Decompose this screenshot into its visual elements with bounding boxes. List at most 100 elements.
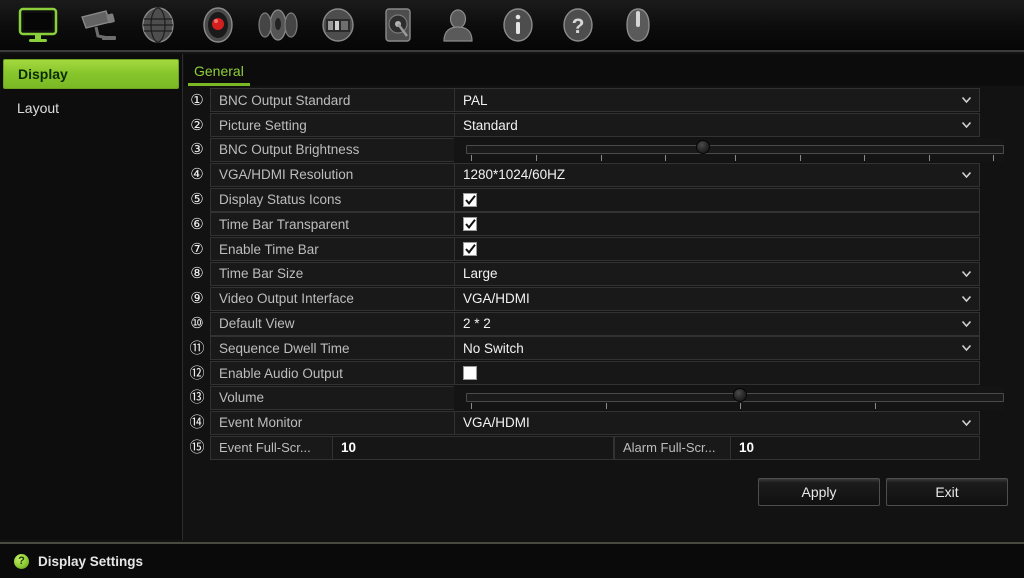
video-output-interface-select[interactable]: VGA/HDMI [454,286,980,311]
time-bar-transparent-checkbox[interactable] [463,217,477,232]
setting-row-vga-hdmi-resolution: ④ VGA/HDMI Resolution 1280*1024/60HZ [184,162,980,187]
nvr-display-settings-window: ? Display Layout General ① BNC Output St… [0,0,1024,578]
event-full-screen-input[interactable]: 10 [332,435,614,460]
alarm-full-screen-input[interactable]: 10 [730,435,980,460]
row-label: Enable Audio Output [210,361,454,386]
status-bar: ? Display Settings [0,542,1024,578]
row-label: Volume [210,385,454,410]
enable-audio-output-checkbox[interactable] [463,366,477,381]
row-number-badge: ⑨ [190,289,204,308]
tab-bar: General [184,54,1024,86]
toolbar-item-info[interactable] [488,2,548,48]
row-label: Picture Setting [210,113,454,138]
select-value: 2 * 2 [463,316,491,332]
enable-time-bar-checkbox[interactable] [463,242,477,257]
row-label: Sequence Dwell Time [210,336,454,361]
svg-text:?: ? [572,15,585,38]
help-question-icon[interactable]: ? [14,553,29,569]
row-number-badge: ⑤ [190,190,204,209]
row-number-badge: ⑩ [190,314,204,333]
row-label: BNC Output Brightness [210,137,454,162]
event-monitor-select[interactable]: VGA/HDMI [454,410,980,435]
chevron-down-icon [962,320,971,327]
chevron-down-icon [962,345,971,352]
info-icon [498,5,538,45]
select-value: Standard [463,117,518,133]
toolbar-item-display[interactable] [8,2,68,48]
tab-general[interactable]: General [188,61,250,86]
row-label: BNC Output Standard [210,88,454,113]
setting-row-time-bar-size: ⑧ Time Bar Size Large [184,261,980,287]
record-icon [197,5,239,45]
chevron-down-icon [962,295,971,302]
sidebar-item-layout[interactable]: Layout [3,93,179,123]
toolbar-item-shutdown[interactable] [608,2,668,48]
settings-table: ① BNC Output Standard PAL ② Picture Sett… [184,86,1024,460]
row-label: Display Status Icons [210,187,454,212]
row-label: VGA/HDMI Resolution [210,162,454,187]
setting-row-display-status-icons: ⑤ Display Status Icons [184,187,980,212]
toolbar-item-alarm[interactable] [248,2,308,48]
row-number-badge: ① [190,90,204,109]
row-label: Time Bar Size [210,261,454,286]
display-status-icons-checkbox[interactable] [463,192,477,207]
setting-row-picture-setting: ② Picture Setting Standard [184,113,980,138]
row-number-badge: ⑧ [190,264,204,283]
row-number-badge: ⑮ [189,438,205,457]
enable-audio-output-cell [454,361,980,386]
toolbar-item-help[interactable]: ? [548,2,608,48]
row-label: Video Output Interface [210,286,454,311]
exit-button[interactable]: Exit [886,478,1008,506]
sidebar-item-label: Layout [17,100,60,116]
row-number-badge: ⑪ [189,338,205,357]
select-value: VGA/HDMI [463,415,530,431]
user-icon [438,5,478,45]
sequence-dwell-time-select[interactable]: No Switch [454,336,980,361]
sidebar-item-label: Display [18,66,68,82]
setting-row-enable-audio-output: ⑫ Enable Audio Output [184,361,980,386]
chevron-down-icon [962,97,971,104]
setting-row-bnc-output-brightness: ③ BNC Output Brightness [184,137,1004,163]
apply-button[interactable]: Apply [758,478,880,506]
bnc-output-brightness-slider[interactable] [466,138,1004,162]
toolbar-item-network[interactable] [128,2,188,48]
toolbar-item-camera[interactable] [68,2,128,48]
event-full-screen-label: Event Full-Scr... [210,435,332,460]
select-value: VGA/HDMI [463,291,530,307]
row-number-badge: ⑥ [190,214,204,233]
row-number-badge: ⑫ [189,363,205,382]
volume-slider[interactable] [466,386,1004,410]
picture-setting-select[interactable]: Standard [454,113,980,138]
setting-row-full-screen-dwell: ⑮ Event Full-Scr... 10 Alarm Full-Scr...… [184,435,980,460]
help-icon: ? [558,5,598,45]
setting-row-bnc-output-standard: ① BNC Output Standard PAL [184,88,980,113]
slider-track[interactable] [466,144,1004,154]
row-number-badge: ④ [190,165,204,184]
time-bar-size-select[interactable]: Large [454,261,980,286]
hdd-icon [378,5,418,45]
tab-label: General [194,63,244,79]
vga-hdmi-resolution-select[interactable]: 1280*1024/60HZ [454,162,980,187]
setting-row-event-monitor: ⑭ Event Monitor VGA/HDMI [184,410,980,435]
toolbar-item-record[interactable] [188,2,248,48]
row-label: Default View [210,311,454,336]
content-panel: General ① BNC Output Standard PAL ② Pict… [184,54,1024,540]
setting-row-enable-time-bar: ⑦ Enable Time Bar [184,237,980,262]
chevron-down-icon [962,419,971,426]
main-toolbar: ? [0,0,1024,52]
toolbar-item-hdd[interactable] [368,2,428,48]
sidebar-item-display[interactable]: Display [3,59,179,89]
bnc-output-standard-select[interactable]: PAL [454,88,980,113]
camera-icon [76,5,120,45]
alarm-full-screen-label: Alarm Full-Scr... [614,435,730,460]
default-view-select[interactable]: 2 * 2 [454,311,980,336]
setting-row-default-view: ⑩ Default View 2 * 2 [184,311,980,336]
setting-row-sequence-dwell-time: ⑪ Sequence Dwell Time No Switch [184,336,980,361]
toolbar-item-device[interactable] [308,2,368,48]
chevron-down-icon [962,270,971,277]
slider-handle[interactable] [695,139,710,154]
bnc-brightness-slider-cell [454,137,1004,162]
slider-ticks [466,402,1004,409]
chevron-down-icon [962,122,971,129]
toolbar-item-user[interactable] [428,2,488,48]
